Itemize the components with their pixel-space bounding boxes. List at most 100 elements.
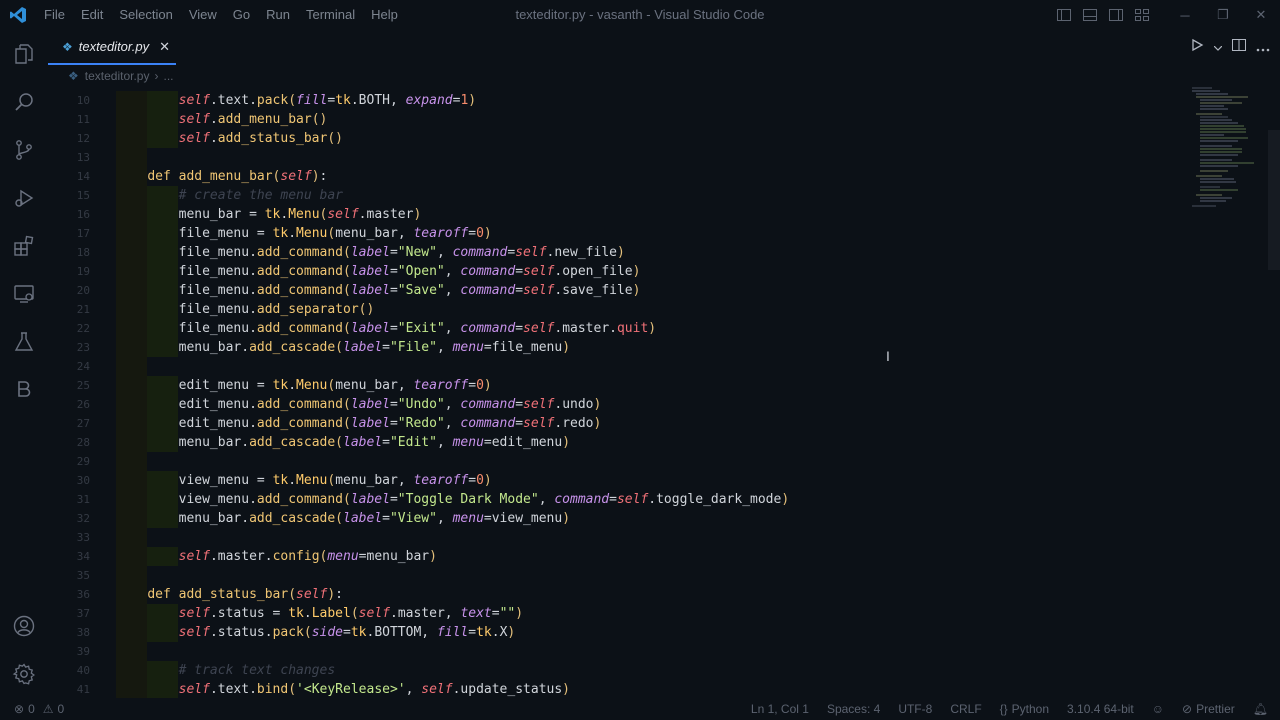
warning-count: 0 (57, 702, 65, 716)
menu-file[interactable]: File (36, 0, 73, 30)
vscode-logo-icon (0, 0, 36, 30)
code-line: 12 self.add_status_bar() (76, 129, 343, 148)
toggle-primary-sidebar-icon[interactable] (1056, 7, 1072, 23)
code-line: 13 (48, 148, 1188, 167)
more-actions-icon[interactable] (1256, 39, 1270, 57)
code-line: 28 menu_bar.add_cascade(label="Edit", me… (76, 433, 571, 452)
code-line: 15 # create the menu bar (76, 186, 343, 205)
code-line: 30 view_menu = tk.Menu(menu_bar, tearoff… (76, 471, 492, 490)
code-line: 36 def add_status_bar(self): (76, 585, 343, 604)
code-line: 10 self.text.pack(fill=tk.BOTH, expand=1… (76, 91, 477, 110)
code-line: 24 (48, 357, 1188, 376)
settings-gear-icon[interactable] (0, 650, 48, 698)
prettier-icon: ⊘ (1182, 702, 1193, 716)
encoding[interactable]: UTF-8 (898, 702, 932, 716)
layout-controls (1056, 0, 1150, 30)
close-window-icon[interactable]: ✕ (1242, 0, 1280, 30)
editor-tab-bar: ❖ texteditor.py ✕ (48, 30, 1280, 65)
breadcrumb-more[interactable]: ... (163, 69, 173, 83)
code-line: 41 self.text.bind('<KeyRelease>', self.u… (76, 680, 570, 698)
menu-edit[interactable]: Edit (73, 0, 111, 30)
minimap[interactable] (1188, 86, 1268, 698)
code-line: 21 file_menu.add_separator() (76, 300, 375, 319)
code-line: 27 edit_menu.add_command(label="Redo", c… (76, 414, 602, 433)
breadcrumb-separator: › (154, 69, 159, 83)
remote-explorer-icon[interactable] (0, 270, 48, 318)
code-line: 20 file_menu.add_command(label="Save", c… (76, 281, 641, 300)
language-mode[interactable]: {} Python (1000, 702, 1049, 716)
breadcrumb-python-icon: ❖ (68, 69, 79, 83)
code-line: 39 (48, 642, 1188, 661)
code-line: 17 file_menu = tk.Menu(menu_bar, tearoff… (76, 224, 492, 243)
error-count: 0 (28, 702, 35, 716)
end-of-line[interactable]: CRLF (950, 702, 981, 716)
b-extension-icon[interactable] (0, 366, 48, 414)
code-editor[interactable]: 10 self.text.pack(fill=tk.BOTH, expand=1… (48, 86, 1188, 698)
code-line: 35 (48, 566, 1188, 585)
code-line: 19 file_menu.add_command(label="Open", c… (76, 262, 641, 281)
code-line: 23 menu_bar.add_cascade(label="File", me… (76, 338, 571, 357)
menu-selection[interactable]: Selection (111, 0, 180, 30)
code-line: 11 self.add_menu_bar() (76, 110, 328, 129)
customize-layout-icon[interactable] (1134, 7, 1150, 23)
text-cursor-icon: I (886, 348, 890, 364)
chevron-down-icon[interactable] (1213, 39, 1223, 57)
code-line: 29 (48, 452, 1188, 471)
toggle-secondary-sidebar-icon[interactable] (1108, 7, 1124, 23)
activity-bar (0, 30, 48, 698)
prettier-formatter[interactable]: ⊘ Prettier (1182, 702, 1235, 716)
feedback-icon[interactable]: ☺ (1152, 702, 1164, 716)
code-line: 32 menu_bar.add_cascade(label="View", me… (76, 509, 571, 528)
status-bar-right: Ln 1, Col 1 Spaces: 4 UTF-8 CRLF {} Pytho… (751, 698, 1268, 720)
code-line: 34 self.master.config(menu=menu_bar) (76, 547, 437, 566)
title-bar: File Edit Selection View Go Run Terminal… (0, 0, 1280, 30)
error-icon: ⊗ (14, 702, 25, 716)
toggle-panel-icon[interactable] (1082, 7, 1098, 23)
breadcrumb: ❖ texteditor.py › ... (48, 66, 174, 86)
menu-help[interactable]: Help (363, 0, 406, 30)
python-file-icon: ❖ (62, 39, 73, 54)
menu-terminal[interactable]: Terminal (298, 0, 363, 30)
menu-bar: File Edit Selection View Go Run Terminal… (36, 0, 406, 30)
split-editor-icon[interactable] (1232, 38, 1246, 57)
tab-texteditor-py[interactable]: ❖ texteditor.py ✕ (48, 30, 176, 65)
source-control-icon[interactable] (0, 126, 48, 174)
code-line: 14 def add_menu_bar(self): (76, 167, 328, 186)
extensions-icon[interactable] (0, 222, 48, 270)
code-line: 33 (48, 528, 1188, 547)
window-controls: ─ ❐ ✕ (1166, 0, 1280, 30)
code-line: 16 menu_bar = tk.Menu(self.master) (76, 205, 422, 224)
braces-icon: {} (999, 702, 1008, 716)
python-interpreter[interactable]: 3.10.4 64-bit (1067, 702, 1134, 716)
code-line: 25 edit_menu = tk.Menu(menu_bar, tearoff… (76, 376, 492, 395)
status-bar: ⊗ 0 ⚠ 0 Ln 1, Col 1 Spaces: 4 UTF-8 CRLF… (0, 698, 1280, 720)
notifications-bell-icon[interactable]: 🔔︎ (1253, 702, 1268, 716)
menu-go[interactable]: Go (225, 0, 258, 30)
menu-run[interactable]: Run (258, 0, 298, 30)
breadcrumb-file[interactable]: texteditor.py (85, 69, 150, 83)
run-debug-icon[interactable] (0, 174, 48, 222)
code-line: 37 self.status = tk.Label(self.master, t… (76, 604, 524, 623)
problems-indicator[interactable]: ⊗ 0 ⚠ 0 (14, 698, 64, 720)
explorer-icon[interactable] (0, 30, 48, 78)
cursor-position[interactable]: Ln 1, Col 1 (751, 702, 809, 716)
menu-view[interactable]: View (181, 0, 225, 30)
code-line: 26 edit_menu.add_command(label="Undo", c… (76, 395, 602, 414)
testing-flask-icon[interactable] (0, 318, 48, 366)
code-line: 38 self.status.pack(side=tk.BOTTOM, fill… (76, 623, 516, 642)
close-tab-icon[interactable]: ✕ (159, 39, 170, 55)
code-line: 31 view_menu.add_command(label="Toggle D… (76, 490, 790, 509)
code-line: 40 # track text changes (76, 661, 336, 680)
search-icon[interactable] (0, 78, 48, 126)
maximize-icon[interactable]: ❐ (1204, 0, 1242, 30)
editor-actions (1190, 30, 1270, 65)
minimize-icon[interactable]: ─ (1166, 0, 1204, 30)
run-python-file-icon[interactable] (1190, 38, 1204, 57)
accounts-icon[interactable] (0, 602, 48, 650)
code-line: 22 file_menu.add_command(label="Exit", c… (76, 319, 657, 338)
tab-label: texteditor.py (78, 39, 150, 54)
code-line: 18 file_menu.add_command(label="New", co… (76, 243, 625, 262)
indentation[interactable]: Spaces: 4 (827, 702, 880, 716)
warning-icon: ⚠ (42, 702, 54, 716)
vertical-scrollbar[interactable] (1268, 130, 1280, 270)
